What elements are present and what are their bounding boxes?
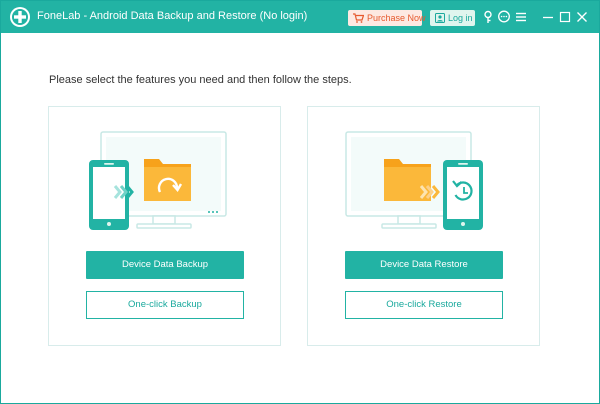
cart-icon — [353, 13, 364, 23]
chat-icon[interactable] — [497, 10, 511, 24]
folder-icon — [144, 159, 191, 201]
user-icon — [435, 13, 445, 23]
device-data-backup-button[interactable]: Device Data Backup — [86, 251, 244, 279]
instruction-text: Please select the features you need and … — [49, 74, 352, 86]
maximize-icon[interactable] — [558, 10, 572, 24]
menu-icon[interactable] — [514, 10, 528, 24]
fonelab-logo — [10, 7, 30, 27]
backup-panel: Device Data Backup One-click Backup — [48, 106, 281, 346]
log-in-button[interactable]: Log in — [430, 10, 475, 26]
phone-icon — [443, 160, 483, 230]
close-icon[interactable] — [575, 10, 589, 24]
one-click-backup-button[interactable]: One-click Backup — [86, 291, 244, 319]
minimize-icon[interactable] — [541, 10, 555, 24]
one-click-restore-button[interactable]: One-click Restore — [345, 291, 503, 319]
device-data-restore-button[interactable]: Device Data Restore — [345, 251, 503, 279]
restore-illustration — [345, 131, 483, 230]
purchase-now-button[interactable]: Purchase Now — [348, 10, 426, 26]
log-in-label: Log in — [448, 13, 473, 23]
title-bar: FoneLab - Android Data Backup and Restor… — [1, 1, 599, 33]
restore-panel: Device Data Restore One-click Restore — [307, 106, 540, 346]
key-icon[interactable] — [481, 10, 495, 24]
app-window: FoneLab - Android Data Backup and Restor… — [0, 0, 600, 404]
purchase-now-label: Purchase Now — [367, 13, 426, 23]
window-title: FoneLab - Android Data Backup and Restor… — [37, 10, 308, 22]
backup-illustration — [89, 131, 227, 230]
